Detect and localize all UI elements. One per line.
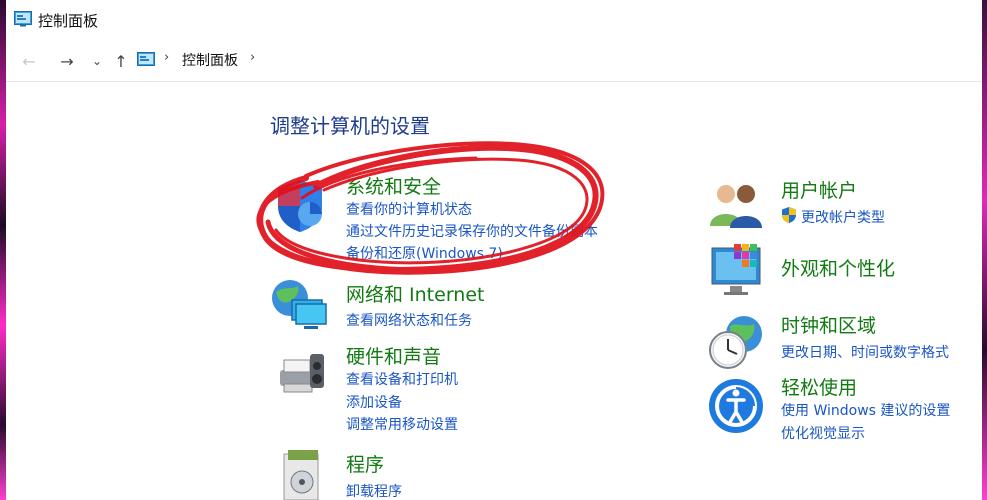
breadcrumb-item-control-panel[interactable]: 控制面板 [182, 50, 238, 70]
up-arrow-icon[interactable]: ↑ [110, 50, 132, 72]
category-title-network-internet[interactable]: 网络和 Internet [346, 280, 484, 307]
page-heading: 调整计算机的设置 [270, 114, 430, 138]
category-title-system-security[interactable]: 系统和安全 [346, 172, 441, 199]
link-view-computer-status[interactable]: 查看你的计算机状态 [346, 199, 472, 219]
link-change-date-time-format[interactable]: 更改日期、时间或数字格式 [781, 342, 949, 362]
network-icon[interactable] [270, 276, 330, 336]
category-title-programs[interactable]: 程序 [346, 450, 384, 477]
link-mobility-settings[interactable]: 调整常用移动设置 [346, 414, 458, 434]
link-recommended-settings[interactable]: 使用 Windows 建议的设置 [781, 400, 950, 420]
link-file-history-backup[interactable]: 通过文件历史记录保存你的文件备份副本 [346, 221, 598, 241]
ease-of-access-icon[interactable] [706, 376, 766, 436]
user-accounts-icon[interactable] [706, 176, 766, 236]
window-title: 控制面板 [38, 12, 99, 30]
link-change-account-type[interactable]: 更改帐户类型 [801, 207, 885, 227]
appearance-icon[interactable] [706, 240, 766, 300]
control-panel-icon [14, 11, 32, 27]
breadcrumb-separator-end[interactable]: › [250, 50, 255, 65]
title-bar: 控制面板 [6, 0, 982, 40]
control-panel-window: 控制面板 ← → ⌄ ↑ › 控制面板 › 调整计算机的设置 系统和安全 查看你… [6, 0, 982, 500]
programs-icon[interactable] [270, 444, 330, 500]
category-title-ease-of-access[interactable]: 轻松使用 [781, 373, 857, 400]
back-arrow-icon[interactable]: ← [18, 50, 40, 72]
link-view-devices-printers[interactable]: 查看设备和打印机 [346, 369, 458, 389]
link-backup-restore[interactable]: 备份和还原(Windows 7) [346, 243, 503, 263]
category-title-appearance[interactable]: 外观和个性化 [781, 254, 895, 281]
link-view-network-status[interactable]: 查看网络状态和任务 [346, 310, 472, 330]
category-title-hardware-sound[interactable]: 硬件和声音 [346, 342, 441, 369]
breadcrumb-control-panel-icon[interactable] [137, 52, 155, 68]
link-uninstall-program[interactable]: 卸载程序 [346, 481, 402, 500]
forward-arrow-icon[interactable]: → [56, 50, 78, 72]
recent-locations-chevron-icon[interactable]: ⌄ [86, 50, 108, 72]
breadcrumb-separator[interactable]: › [164, 50, 169, 65]
clock-region-icon[interactable] [706, 312, 766, 372]
hardware-sound-icon[interactable] [270, 346, 330, 406]
uac-shield-icon [782, 207, 796, 223]
category-title-clock-region[interactable]: 时钟和区域 [781, 311, 876, 338]
system-security-icon[interactable] [270, 176, 330, 236]
category-title-user-accounts[interactable]: 用户帐户 [781, 176, 857, 203]
link-add-device[interactable]: 添加设备 [346, 392, 402, 412]
link-optimize-visual-display[interactable]: 优化视觉显示 [781, 423, 865, 443]
